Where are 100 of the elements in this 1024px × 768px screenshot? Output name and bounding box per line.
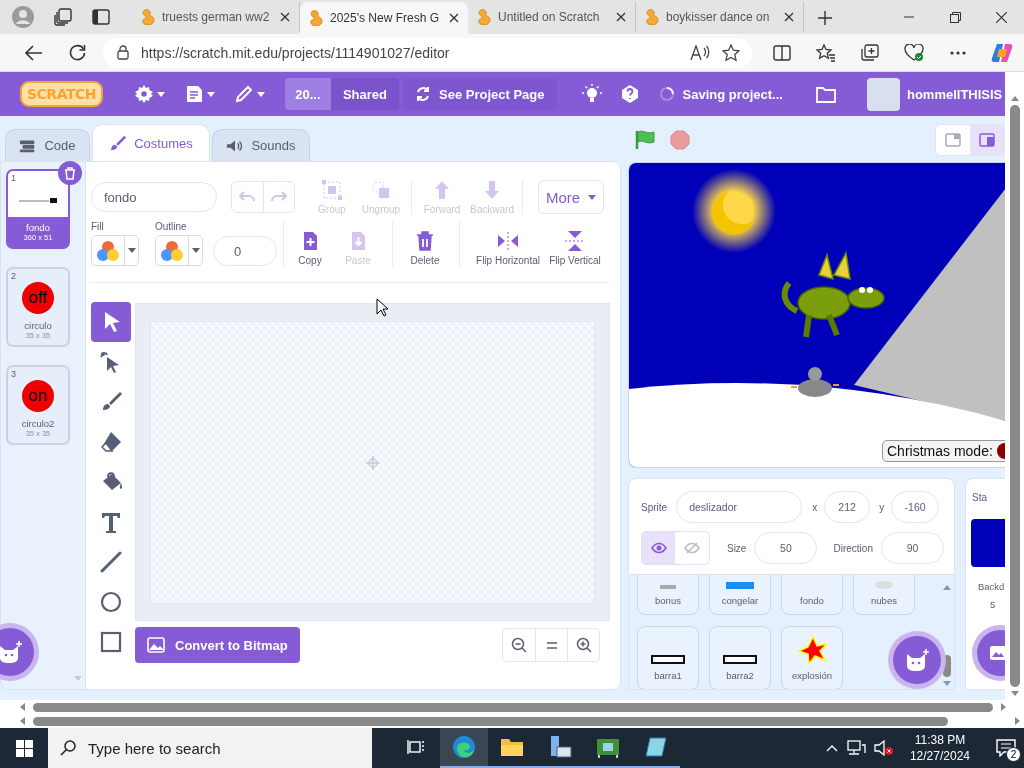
- save-status-text: Saving project...: [682, 86, 783, 102]
- close-icon: [449, 13, 459, 23]
- sprite-tile[interactable]: congelar: [709, 575, 771, 615]
- x-label: x: [812, 501, 818, 513]
- task-view-icon: [407, 739, 425, 755]
- caret-icon: [191, 248, 200, 253]
- editor-tab[interactable]: Costumes: [92, 124, 210, 161]
- scroll-down-icon: [73, 676, 82, 681]
- eraser-icon: [98, 429, 124, 455]
- flip-horizontal-button[interactable]: Flip Horizontal: [468, 230, 548, 266]
- outline-width-field[interactable]: 0: [213, 236, 277, 266]
- monitor-label: Christmas mode:: [887, 443, 993, 459]
- avatar-image[interactable]: [866, 77, 900, 111]
- copilot-icon: [991, 41, 1013, 64]
- circle-icon: [98, 589, 124, 615]
- ungroup-icon: [370, 179, 392, 201]
- editor-tab[interactable]: Code: [5, 129, 90, 161]
- username-text[interactable]: hommellTHISIS: [906, 86, 1003, 102]
- workspaces-icon[interactable]: [54, 8, 72, 26]
- size-label: Size: [726, 542, 747, 554]
- delete-costume-button[interactable]: [58, 161, 82, 185]
- backdrops-label: Backd: [978, 581, 1005, 592]
- taskbar-search-field[interactable]: Type here to search: [48, 728, 372, 768]
- browser-logo-icon: [452, 735, 476, 759]
- favorite-star-icon[interactable]: [722, 43, 740, 62]
- select-tool[interactable]: [91, 302, 131, 342]
- sprite-name: explosión: [791, 670, 833, 681]
- project-title-field[interactable]: 20...: [284, 78, 331, 110]
- sprite-tile[interactable]: nubes: [853, 575, 915, 615]
- site-icon: [645, 9, 659, 25]
- delete-icon: [414, 230, 436, 252]
- sprite-name: bonus: [655, 595, 681, 606]
- notifications-button[interactable]: 2: [988, 728, 1024, 768]
- redo-icon: [270, 191, 287, 203]
- costume-name-field[interactable]: fondo: [91, 182, 217, 212]
- lock-icon: [117, 45, 130, 60]
- normal-stage-button[interactable]: [970, 125, 1004, 155]
- address-bar[interactable]: https://scratch.mit.edu/projects/1114901027/editor: [103, 37, 752, 68]
- browser-taskbar-button[interactable]: [440, 728, 488, 768]
- equals-icon: [546, 641, 557, 649]
- network-card-icon: [596, 736, 620, 758]
- more-icon: [950, 50, 966, 55]
- line-icon: [98, 549, 124, 575]
- close-tab-button[interactable]: [280, 12, 290, 22]
- network-icon[interactable]: [845, 739, 866, 757]
- copy-button[interactable]: Copy: [290, 230, 330, 266]
- costume-name: circulo2: [21, 418, 55, 429]
- convert-to-bitmap-button[interactable]: Convert to Bitmap: [135, 627, 300, 663]
- close-tab-button[interactable]: [784, 12, 794, 22]
- close-tab-button[interactable]: [616, 12, 626, 22]
- sprite-tile[interactable]: fondo: [781, 575, 843, 615]
- outline-label: Outline: [155, 221, 188, 232]
- sprite-tile[interactable]: explosión: [781, 626, 843, 689]
- mixed-color-icon: [96, 239, 120, 262]
- tab-actions-icon[interactable]: [92, 9, 110, 25]
- read-aloud-icon[interactable]: [690, 44, 710, 61]
- new-tab-button[interactable]: [818, 11, 832, 25]
- costume-thumbnail: off: [22, 282, 54, 314]
- sprite-name: barra1: [654, 670, 682, 681]
- folder-icon: [500, 737, 524, 757]
- flip-vertical-button[interactable]: Flip Vertical: [548, 230, 602, 266]
- editor-tab[interactable]: Sounds: [212, 129, 310, 161]
- sprite-tile[interactable]: barra2: [709, 626, 771, 689]
- browser-tab[interactable]: boykisser dance on: [636, 2, 804, 32]
- see-project-page-button[interactable]: See Project Page: [403, 78, 557, 110]
- file-icon: [184, 85, 203, 103]
- back-arrow-icon: [24, 44, 43, 61]
- shared-label: Shared: [330, 78, 399, 110]
- caret-icon: [256, 91, 265, 97]
- undo-icon: [239, 191, 256, 203]
- close-icon: [280, 12, 290, 22]
- clock-date: 12/27/2024: [909, 748, 970, 764]
- browser-tab[interactable]: Untitled on Scratch: [468, 2, 636, 32]
- cat-plus-icon: [904, 648, 930, 672]
- chevron-up-icon[interactable]: [825, 744, 838, 752]
- sprite-tile[interactable]: barra1: [637, 626, 699, 689]
- rock-sprite: [790, 367, 840, 397]
- split-screen-icon: [773, 44, 791, 61]
- close-tab-button[interactable]: [449, 13, 459, 23]
- browser-tab[interactable]: 2025's New Fresh G: [300, 2, 468, 34]
- lightbulb-icon: [581, 84, 602, 104]
- caret-icon: [127, 248, 136, 253]
- sprite-label: Sprite: [641, 501, 668, 513]
- normal-stage-icon: [979, 133, 995, 147]
- taskbar-clock[interactable]: 11:38 PM 12/27/2024: [909, 732, 970, 764]
- scroll-down-icon: [942, 681, 951, 686]
- scroll-right-icon: [1015, 717, 1020, 725]
- search-icon: [60, 740, 76, 756]
- outline-color-dropdown[interactable]: [155, 235, 203, 266]
- more-button[interactable]: More: [538, 180, 604, 214]
- favorites-icon: [816, 43, 836, 62]
- volume-muted-icon[interactable]: [873, 739, 894, 757]
- backdrop-thumbnail[interactable]: [971, 519, 1005, 567]
- fill-color-dropdown[interactable]: [91, 235, 139, 266]
- sprite-tile[interactable]: bonus: [637, 575, 699, 615]
- show-sprite-button[interactable]: [642, 532, 676, 564]
- crosshair-icon: [365, 455, 380, 470]
- delete-button[interactable]: Delete: [403, 230, 447, 266]
- costume-number: 1: [11, 173, 16, 183]
- flag-button[interactable]: [634, 130, 656, 150]
